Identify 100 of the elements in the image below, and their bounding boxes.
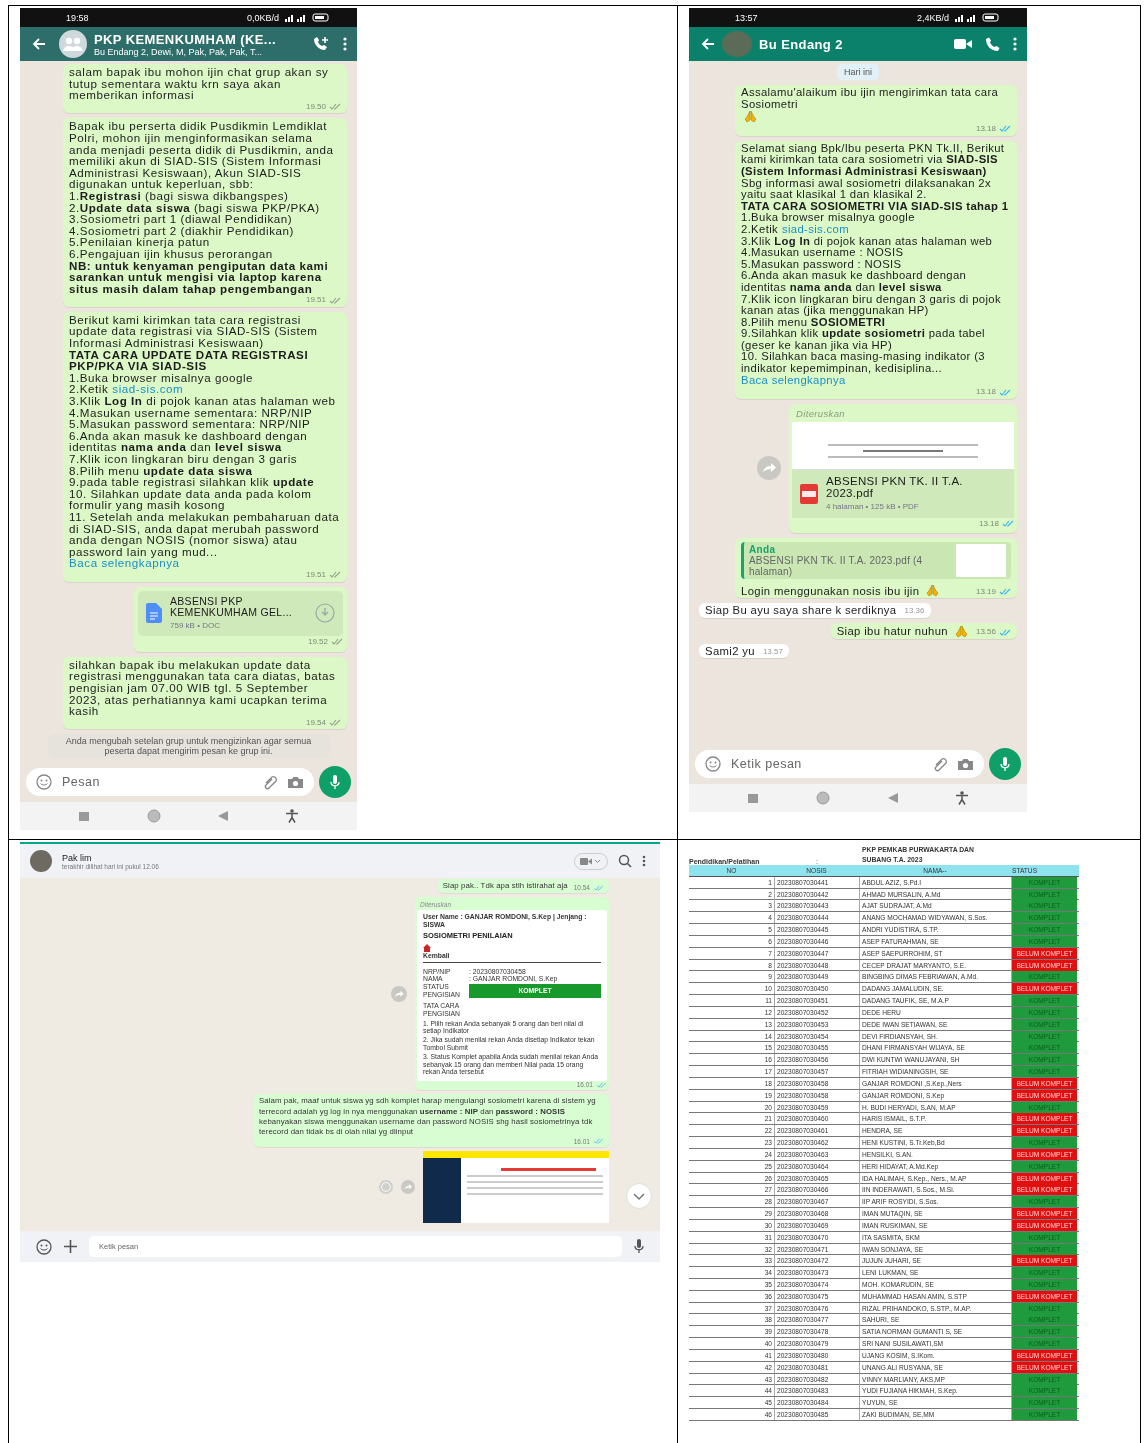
phone-icon[interactable] — [985, 36, 1000, 52]
message-text: 10. Silahkan baca masing-masing indikator (3 indikator kepemimpinan, kedisiplina... — [741, 351, 986, 375]
message-text: 3.Klik Log In di pojok kanan atas halaman web — [741, 235, 993, 247]
document-card[interactable]: ABSENSI PKN TK. II T.A. 2023.pdf 4 halaman • 125 kB • PDF — [792, 470, 1014, 519]
message-time: 13.18 — [978, 518, 999, 530]
plus-icon[interactable] — [64, 1240, 77, 1253]
more-icon[interactable] — [343, 37, 347, 51]
emoji-icon[interactable] — [705, 756, 721, 772]
video-camera-icon — [580, 856, 602, 866]
group-avatar-icon — [59, 30, 87, 58]
pdf-icon — [800, 484, 818, 505]
video-call-icon[interactable] — [954, 38, 972, 50]
message-text: Selamat siang Bpk/Ibu peserta PKN Tk.II, Berikut kami kirimkan tata cara sosiometri via SIAD-SIS (Sistem Informasi Administrasi Kesiswaan) — [741, 142, 1006, 178]
more-icon[interactable] — [642, 855, 646, 867]
back-icon[interactable] — [218, 811, 229, 822]
document-meta: 4 halaman • 125 kB • PDF — [826, 501, 920, 514]
message-field[interactable]: Pesan — [26, 768, 314, 797]
status-time: 19:58 — [66, 12, 89, 23]
data-rate: 2,4KB/d — [916, 12, 949, 23]
message-text: 1.Buka browser misalnya google — [741, 212, 915, 224]
back-arrow-icon[interactable] — [701, 37, 715, 51]
emoji-icon[interactable] — [36, 1238, 52, 1255]
document-icon — [146, 603, 162, 624]
message-text: Sbg informasi awal sosiometri dilaksanakan 2x yaitu saat klasikal 1 dan klasikal 2. — [741, 177, 992, 201]
paperclip-icon[interactable] — [933, 756, 949, 772]
document-title: ABSENSI PKP KEMENKUMHAM GEL... — [170, 595, 294, 618]
microphone-icon — [330, 774, 340, 790]
message-text: silahkan bapak ibu melakukan update data registrasi menggunakan tata cara diatas, batas pengisian jam 07.00 WIB tgl. 5 September 2023, atas perhatiannya kami ucapkan terima kasih — [69, 658, 337, 717]
message-time: 13.18 — [975, 123, 996, 135]
message-time: 13.36 — [904, 605, 925, 617]
message-text: 7.Klik icon lingkaran biru dengan 3 garis di pojok kanan atas (jika menggunakan HP) — [741, 293, 1002, 317]
message-text: TATA CARA UPDATE DATA REGISTRASI PKP/PKA VIA SIAD-SIS — [69, 348, 310, 372]
read-more-link[interactable]: Baca selengkapnya — [741, 374, 846, 387]
message-text: Bapak ibu perserta didik Pusdikmin Lemdiklat Polri, mohon ijin menginformasikan selama anda menjadi peserta didik di Pusdikmin, anda memiliki akun di SIAD-SIS (Sistem Informasi Administrasi Kesiswaan), Akun SIAD-SIS digunakan untuk keperluan, sbb: — [69, 120, 335, 190]
message-text: 2.Update data siswa (bagi siswa PKP/PKA) — [69, 201, 320, 214]
message-text: 5.Masukan password sementara: NRP/NIP — [69, 418, 311, 430]
message-text: 8.Pilih menu update data siswa — [69, 464, 253, 477]
message-time: 19.51 — [305, 568, 326, 581]
message-text: 5.Masukan password : NOSIS — [741, 258, 902, 271]
home-icon — [423, 943, 431, 952]
add-call-icon[interactable] — [312, 36, 330, 52]
message-field[interactable]: Ketik pesan — [695, 750, 984, 778]
message-input[interactable]: Ketik pesan — [729, 756, 925, 772]
message-time: 13.56 — [975, 626, 996, 638]
back-arrow-icon[interactable] — [32, 37, 46, 51]
praying-hands-icon — [926, 584, 940, 598]
message-text: 6.Pengajuan ijin khusus perorangan — [69, 247, 273, 260]
link[interactable]: siad-sis.com — [782, 223, 849, 236]
quote-text: ABSENSI PKN TK. II T.A. 2023.pdf (4 halaman) — [749, 555, 924, 578]
document-thumbnail — [956, 543, 1006, 578]
date-chip: Hari ini — [837, 64, 879, 80]
message-time: 19.54 — [305, 716, 326, 729]
message-time: 13.18 — [975, 386, 996, 398]
message-text: Assalamu'alaikum ibu ijin mengirimkan tata cara Sosiometri — [741, 87, 1000, 111]
camera-icon[interactable] — [287, 775, 304, 790]
paperclip-icon[interactable] — [263, 774, 279, 791]
message-text: Siap ibu hatur nuhun — [836, 626, 948, 638]
scroll-down-button[interactable] — [626, 1183, 652, 1209]
voice-message-button[interactable] — [319, 766, 351, 799]
signal-icons — [955, 13, 1001, 22]
chat-title: Bu Endang 2 — [759, 36, 844, 52]
message-text: 2.Ketik — [741, 223, 778, 236]
message-text: Sami2 yu — [705, 645, 755, 658]
data-rate: 0,0KB/d — [246, 12, 279, 23]
emoji-icon[interactable] — [36, 774, 52, 791]
microphone-icon[interactable] — [634, 1239, 644, 1254]
message-input[interactable]: Pesan — [60, 774, 255, 791]
avatar — [30, 850, 52, 872]
home-icon[interactable] — [146, 809, 161, 824]
message-text: 6.Anda akan masuk ke dashboard dengan identitas nama anda dan level siswa — [69, 429, 309, 453]
recent-apps-icon[interactable] — [748, 793, 758, 803]
home-icon[interactable] — [816, 791, 830, 805]
message-time: 19.51 — [305, 295, 326, 306]
document-card[interactable]: ABSENSI PKP KEMENKUMHAM GEL... 759 kB • DOC — [138, 590, 343, 637]
download-icon[interactable] — [315, 603, 335, 624]
signal-icons — [285, 13, 331, 22]
accessibility-icon[interactable] — [286, 809, 299, 824]
search-icon[interactable] — [618, 854, 632, 868]
forwarded-label: Diteruskan — [795, 406, 846, 421]
message-text: 1.Buka browser misalnya google — [69, 371, 254, 384]
message-time: 13.57 — [762, 645, 783, 658]
document-title: ABSENSI PKN TK. II T.A. 2023.pdf — [826, 475, 964, 500]
message-text: 6.Anda akan masuk ke dashboard dengan identitas nama anda dan level siswa — [741, 270, 968, 294]
recent-apps-icon[interactable] — [78, 811, 89, 821]
message-text: Berikut kami kirimkan tata cara registrasi update data registrasi via SIAD-SIS (Sistem Informasi Administrasi Kesiswaan) — [69, 313, 319, 349]
more-icon[interactable] — [1013, 37, 1017, 51]
praying-hands-icon — [744, 110, 757, 124]
message-text: 4.Masukan username : NOSIS — [741, 247, 904, 259]
accessibility-icon[interactable] — [956, 791, 968, 805]
camera-icon[interactable] — [957, 757, 974, 771]
link[interactable]: siad-sis.com — [112, 383, 184, 396]
message-text: 4.Sosiometri part 2 (diakhir Pendidikan) — [69, 224, 294, 237]
message-text: 8.Pilih menu SOSIOMETRI — [741, 316, 886, 329]
message-text: 1.Registrasi (bagi siswa dikbangspes) — [69, 189, 289, 202]
message-text: 3.Sosiometri part 1 (diawal Pendidikan) — [69, 213, 293, 225]
message-text: TATA CARA SOSIOMETRI VIA SIAD-SIS tahap 1 — [741, 200, 1009, 213]
message-text: 7.Klik icon lingkaran biru dengan 3 garis — [69, 453, 298, 465]
system-notice: Anda mengubah setelan grup untuk mengizinkan agar semua peserta dapat mengirim pesan ke grup ini. — [47, 734, 330, 759]
voice-message-button[interactable] — [989, 748, 1021, 780]
back-icon[interactable] — [888, 793, 898, 803]
